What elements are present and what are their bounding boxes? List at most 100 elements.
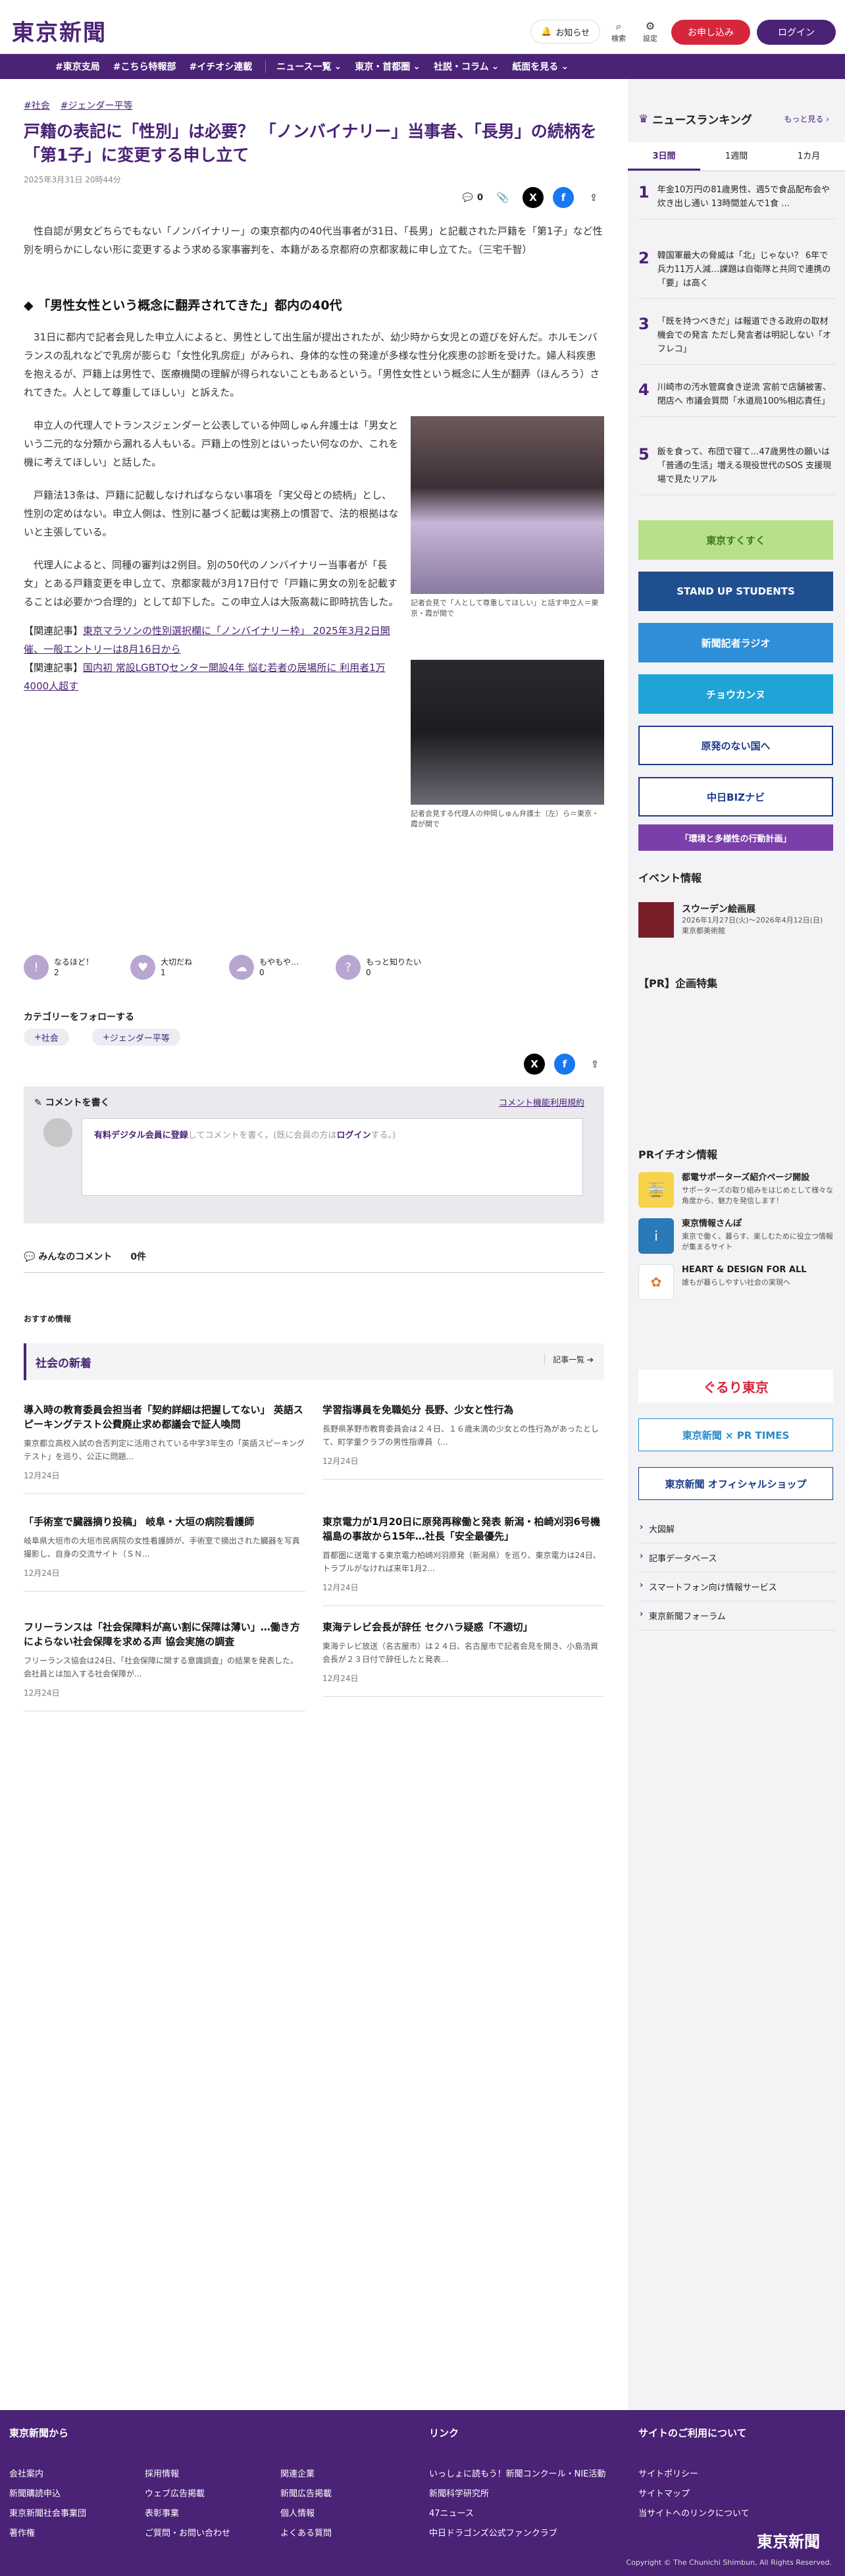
footer-link[interactable]: 新聞科学研究所 xyxy=(429,2486,489,2499)
share-bar: 💬 0 📎 X f ⇪ xyxy=(463,187,604,208)
share-icon[interactable]: ⇪ xyxy=(584,1054,605,1075)
footer-link[interactable]: ご質問・お問い合わせ xyxy=(145,2526,230,2538)
avatar xyxy=(43,1118,72,1147)
tab-1month[interactable]: 1カ月 xyxy=(773,142,845,171)
banner-diversity[interactable]: 「環境と多様性の行動計画」 xyxy=(638,824,833,851)
banner-stand-up[interactable]: STAND UP STUDENTS xyxy=(638,572,833,611)
banner-shop[interactable]: 東京新聞 オフィシャルショップ xyxy=(638,1467,833,1500)
pr-item[interactable]: ✿ HEART & DESIGN FOR ALL 誰もが暮らしやすい社会の実現へ xyxy=(638,1264,836,1300)
banner-podcast[interactable]: 新聞記者ラジオ xyxy=(638,623,833,662)
banner-chokanu[interactable]: チョウカンヌ xyxy=(638,674,833,714)
pr-pick-heading: PRイチオシ情報 xyxy=(638,1148,718,1161)
side-link[interactable]: 大図解 xyxy=(638,1515,836,1543)
reaction-button[interactable]: ! なるほど！ 2 xyxy=(24,955,93,980)
tram-icon: 🚋 xyxy=(638,1172,674,1208)
login-button[interactable]: ログイン xyxy=(757,20,836,45)
tab-1week[interactable]: 1週間 xyxy=(700,142,773,171)
notice-button[interactable]: 🔔 お知らせ xyxy=(530,20,600,43)
ranking-item[interactable]: 2 韓国軍最大の脅威は「北」じゃない？ 6年で兵力11万人減…課題は自衛隊と共同で… xyxy=(638,249,836,299)
share-icon[interactable]: ⇪ xyxy=(583,187,604,208)
tag-link[interactable]: #ジェンダー平等 xyxy=(61,99,133,112)
clip-icon[interactable]: 📎 xyxy=(492,187,513,208)
footer-link[interactable]: 採用情報 xyxy=(145,2467,179,2479)
register-link[interactable]: 有料デジタル会員に登録 xyxy=(94,1131,188,1140)
news-item[interactable]: フリーランスは「社会保障料が高い割に保障は薄い」…働き方によらない社会保障を求め… xyxy=(24,1620,305,1711)
reaction-button[interactable]: ♥ 大切だね 1 xyxy=(130,955,192,980)
news-item[interactable]: 導入時の教育委員会担当者「契約詳細は把握してない」 英語スピーキングテスト公費廃… xyxy=(24,1403,305,1494)
settings-button[interactable]: ⚙ 設定 xyxy=(637,20,663,49)
article-photo[interactable]: 記者会見で「人として尊重してほしい」と話す申立人＝東京・霞が関で xyxy=(411,416,604,620)
reaction-button[interactable]: ? もっと知りたい 0 xyxy=(336,955,421,980)
pr-special-heading: 【PR】企画特集 xyxy=(638,977,718,990)
nav-menu[interactable]: 紙面を見る ⌄ xyxy=(512,60,569,73)
login-link[interactable]: ログイン xyxy=(336,1131,371,1140)
search-icon: ⌕ xyxy=(615,20,622,32)
info-icon: i xyxy=(638,1218,674,1254)
ranking-item[interactable]: 5 飯を食って、布団で寝て…47歳男性の願いは「普通の生活」増える現役世代のSOS… xyxy=(638,445,836,495)
article-photo[interactable]: 記者会見する代理人の仲岡しゅん弁護士（左）ら＝東京・霞が関で xyxy=(411,660,604,830)
site-logo[interactable]: 東京新聞 xyxy=(12,14,107,47)
footer-link[interactable]: 会社案内 xyxy=(9,2467,43,2479)
facebook-share-icon[interactable]: f xyxy=(554,1054,575,1075)
side-link[interactable]: 記事データベース xyxy=(638,1543,836,1572)
pr-item[interactable]: 🚋 都電サポーターズ紹介ページ開設 サポーターズの取り組みをはじめとして様々な角度か… xyxy=(638,1172,836,1208)
banner-gururi[interactable]: ぐるり東京 xyxy=(638,1370,833,1403)
ranking-more-link[interactable]: もっと見る › xyxy=(784,113,829,124)
banner-sukusuku[interactable]: 東京すくすく xyxy=(638,520,833,560)
pr-item[interactable]: i 東京情報さんぽ 東京で働く、暮らす、楽しむために役立つ情報が集まるサイト xyxy=(638,1218,836,1254)
facebook-share-icon[interactable]: f xyxy=(553,187,574,208)
footer-link[interactable]: 個人情報 xyxy=(280,2506,315,2519)
banner-prtimes[interactable]: 東京新聞 × PR TIMES xyxy=(638,1418,833,1451)
apply-button[interactable]: お申し込み xyxy=(671,20,750,45)
comment-count-button[interactable]: 💬 0 xyxy=(463,193,483,203)
tag-link[interactable]: #社会 xyxy=(24,99,50,112)
footer-link[interactable]: 新聞購読申込 xyxy=(9,2486,61,2499)
comment-input[interactable]: 有料デジタル会員に登録してコメントを書く。(既に会員の方はログインする。) xyxy=(82,1118,583,1196)
footer-link[interactable]: 著作権 xyxy=(9,2526,35,2538)
search-button[interactable]: ⌕ 検索 xyxy=(605,20,632,49)
x-share-icon[interactable]: X xyxy=(524,1054,545,1075)
ranking-item[interactable]: 1 年金10万円の81歳男性、週5で食品配布会や炊き出し通い 13時間並んで1食 … xyxy=(638,183,836,219)
side-link[interactable]: スマートフォン向け情報サービス xyxy=(638,1572,836,1601)
footer-logo[interactable]: 東京新聞 xyxy=(757,2529,820,2552)
ranking-item[interactable]: 4 川崎市の汚水管腐食き逆流 宮前で店舗被害、閉店へ 市議会質問「水道局100%相… xyxy=(638,381,836,417)
side-link[interactable]: 東京新聞フォーラム xyxy=(638,1601,836,1630)
comment-rules-link[interactable]: コメント機能利用規約 xyxy=(499,1096,584,1108)
nav-menu[interactable]: 社説・コラム ⌄ xyxy=(434,60,499,73)
footer-link[interactable]: 関連企業 xyxy=(280,2467,315,2479)
nav-menu[interactable]: ニュース一覧 ⌄ xyxy=(276,60,342,73)
footer-link[interactable]: 東京新聞社会事業団 xyxy=(9,2506,86,2519)
section-more-link[interactable]: 記事一覧 ➔ xyxy=(544,1354,594,1365)
nav-menu[interactable]: 東京・首都圏 ⌄ xyxy=(355,60,421,73)
ranking-item[interactable]: 3 「既を持つべきだ」は報道できる政府の取材機会での発言 ただし発言者は明記しない… xyxy=(638,315,836,365)
news-item[interactable]: 「手術室で臓器摘り投稿」 岐阜・大垣の病院看護師 岐阜県大垣市の大垣市民病院の女性… xyxy=(24,1515,305,1592)
footer-link[interactable]: 47ニュース xyxy=(429,2506,474,2519)
footer-heading: リンク xyxy=(429,2427,459,2439)
gear-icon: ⚙ xyxy=(645,20,655,32)
footer-link[interactable]: 新聞広告掲載 xyxy=(280,2486,332,2499)
footer-link[interactable]: サイトポリシー xyxy=(638,2467,698,2479)
footer-link[interactable]: 当サイトへのリンクについて xyxy=(638,2506,750,2519)
nav-divider xyxy=(265,60,267,73)
event-item[interactable]: スウーデン絵画展 2026年1月27日(火)～2026年4月12日(日) 東京都美… xyxy=(638,902,827,938)
footer-link[interactable]: よくある質問 xyxy=(280,2526,332,2538)
footer-link[interactable]: 表彰事業 xyxy=(145,2506,179,2519)
banner-biz-navi[interactable]: 中日BIZナビ xyxy=(638,777,833,817)
follow-button[interactable]: + ジェンダー平等 xyxy=(92,1029,180,1046)
nav-tag[interactable]: #こちら特報部 xyxy=(113,60,176,73)
follow-button[interactable]: + 社会 xyxy=(24,1029,69,1046)
reaction-button[interactable]: ☁ もやもや… 0 xyxy=(229,955,299,980)
footer-link[interactable]: いっしょに読もう！新聞コンクール・NIE活動 xyxy=(429,2467,605,2479)
banner-genpatsu[interactable]: 原発のない国へ xyxy=(638,726,833,765)
footer-link[interactable]: サイトマップ xyxy=(638,2486,690,2499)
nav-tag[interactable]: #イチオシ連載 xyxy=(189,60,252,73)
nav-tag[interactable]: #東京支局 xyxy=(55,60,100,73)
footer-link[interactable]: ウェブ広告掲載 xyxy=(145,2486,205,2499)
tab-3days[interactable]: 3日間 xyxy=(628,142,700,171)
news-item[interactable]: 東海テレビ会長が辞任 セクハラ疑惑「不適切」 東海テレビ放送（名古屋市）は２４日、… xyxy=(322,1620,604,1697)
news-item[interactable]: 学習指導員を免職処分 長野、少女と性行為 長野県茅野市教育委員会は２４日、１６歳未… xyxy=(322,1403,604,1480)
x-share-icon[interactable]: X xyxy=(523,187,544,208)
news-item[interactable]: 東京電力が1月20日に原発再稼働と発表 新潟・柏崎刈羽6号機 福島の事故から15… xyxy=(322,1515,604,1606)
article-lead: 性自認が男女どちらでもない「ノンバイナリー」の東京都内の40代当事者が31日、「… xyxy=(24,225,603,255)
footer-link[interactable]: 中日ドラゴンズ公式ファンクラブ xyxy=(429,2526,557,2538)
